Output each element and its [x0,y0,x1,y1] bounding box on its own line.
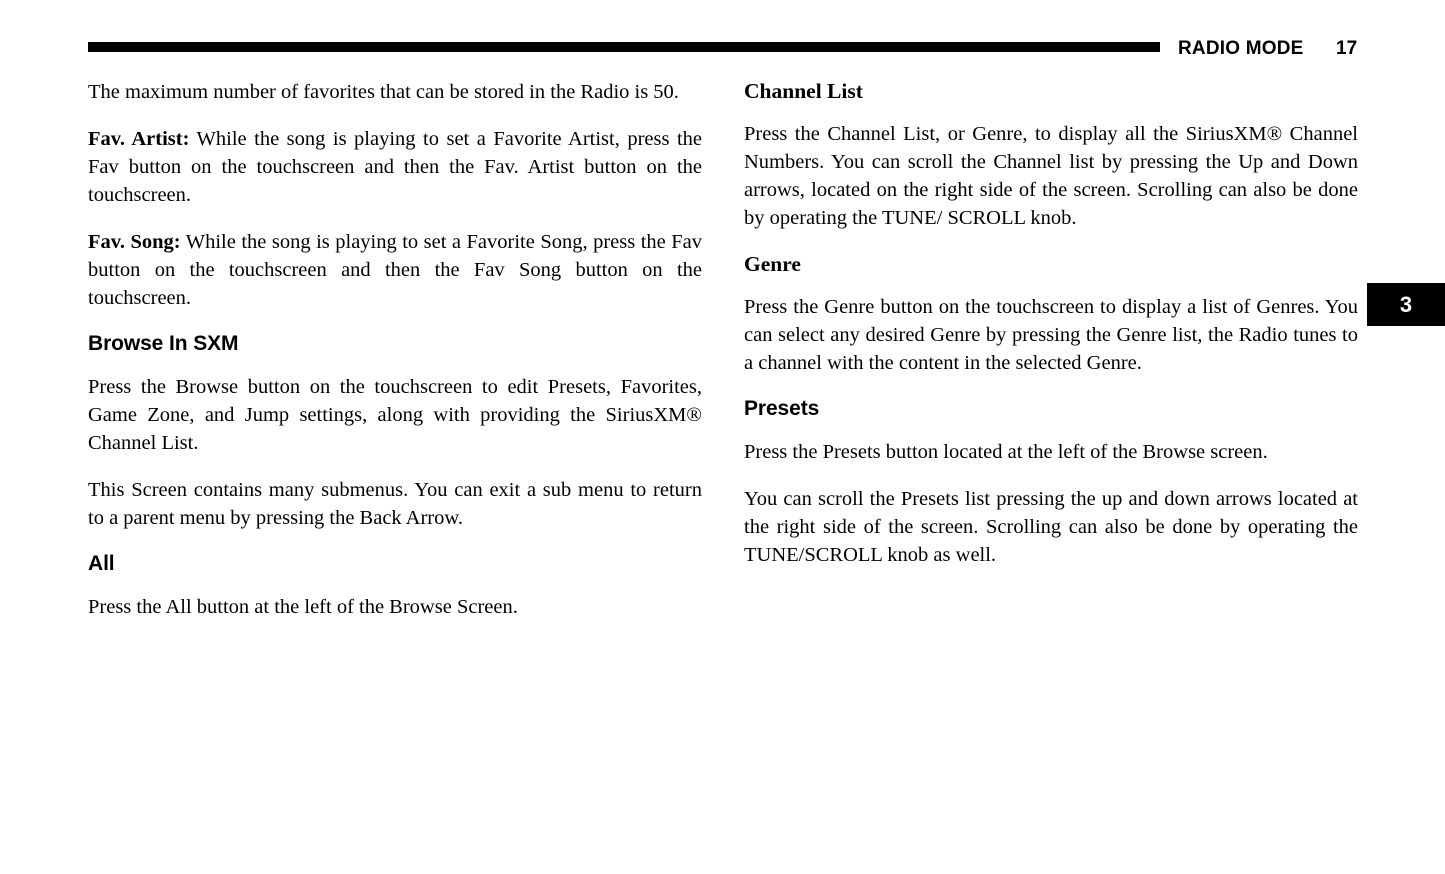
header-rule-bar [88,42,1160,52]
paragraph: Press the Genre button on the touchscree… [744,293,1358,377]
paragraph-text: This Screen contains many submenus. You … [88,479,702,529]
chapter-tab-number: 3 [1399,291,1413,317]
paragraph-text: Press the All button at the left of the … [88,596,518,618]
paragraph-text: Press the Presets button located at the … [744,441,1268,463]
section-heading-genre: Genre [744,252,801,276]
section-heading-presets: Presets [744,397,820,420]
page-header: RADIO MODE 17 [0,0,1445,70]
paragraph-text: While the song is playing to set a Favor… [88,231,702,309]
paragraph: Press the Browse button on the touchscre… [88,373,702,457]
paragraph: Press the All button at the left of the … [88,593,702,621]
paragraph-lead-in: Fav. Artist: [88,128,190,150]
paragraph-text: Press the Browse button on the touchscre… [88,376,702,454]
paragraph: Press the Presets button located at the … [744,438,1358,466]
paragraph: This Screen contains many submenus. You … [88,476,702,532]
paragraph-text: Press the Genre button on the touchscree… [744,296,1358,374]
section-heading-browse-in-sxm: Browse In SXM [88,332,239,355]
header-section-title: RADIO MODE [1178,38,1304,59]
paragraph-text: Press the Channel List, or Genre, to dis… [744,123,1358,229]
paragraph: The maximum number of favorites that can… [88,78,702,106]
section-heading-channel-list: Channel List [744,79,863,103]
chapter-tab: 3 [1367,283,1445,326]
section-heading-all: All [88,552,115,575]
paragraph: Fav. Song: While the song is playing to … [88,228,702,312]
right-column: Channel List Press the Channel List, or … [744,78,1358,588]
header-page-number: 17 [1336,38,1358,59]
paragraph-text: You can scroll the Presets list pressing… [744,488,1358,566]
paragraph: Fav. Artist: While the song is playing t… [88,125,702,209]
paragraph: You can scroll the Presets list pressing… [744,485,1358,569]
left-column: The maximum number of favorites that can… [88,78,702,640]
paragraph-text: The maximum number of favorites that can… [88,81,679,103]
paragraph-lead-in: Fav. Song: [88,231,181,253]
paragraph: Press the Channel List, or Genre, to dis… [744,120,1358,232]
